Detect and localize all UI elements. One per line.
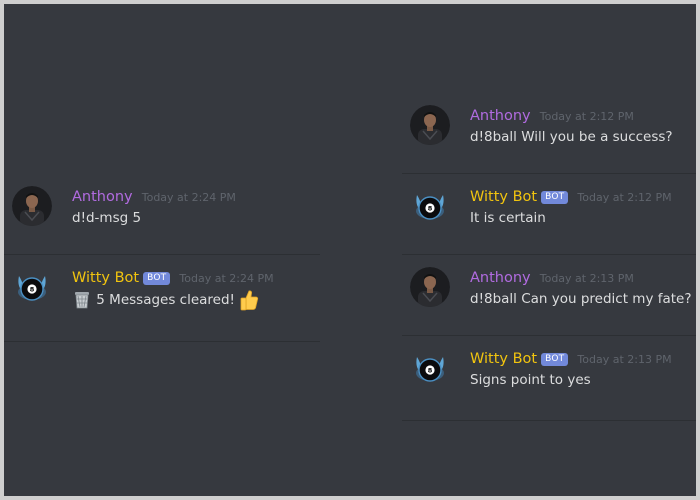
message-item: Witty Bot BOT Today at 2:12 PM It is cert… <box>402 174 696 255</box>
avatar[interactable] <box>410 105 450 145</box>
username[interactable]: Witty Bot <box>470 189 537 205</box>
timestamp: Today at 2:24 PM <box>179 272 274 285</box>
user-avatar-icon <box>12 186 52 226</box>
magic-8-ball-icon <box>410 186 450 226</box>
message-content: d!8ball Can you predict my fate? <box>470 291 692 307</box>
user-avatar-icon <box>410 267 450 307</box>
username[interactable]: Witty Bot <box>470 351 537 367</box>
timestamp: Today at 2:12 PM <box>539 110 634 123</box>
chat-screenshot-frame: Anthony Today at 2:24 PM d!d-msg 5 Witty… <box>4 4 696 496</box>
message-item: Witty Bot BOT Today at 2:13 PM Signs poin… <box>402 336 696 421</box>
message-content: It is certain <box>470 210 546 226</box>
message-content: d!d-msg 5 <box>72 210 142 226</box>
message-header: Witty Bot BOT Today at 2:13 PM <box>470 348 672 370</box>
magic-8-ball-icon <box>410 348 450 388</box>
left-message-list: Anthony Today at 2:24 PM d!d-msg 5 Witty… <box>4 174 320 342</box>
avatar[interactable] <box>410 348 450 388</box>
right-message-list: Anthony Today at 2:12 PM d!8ball Will yo… <box>402 93 696 421</box>
timestamp: Today at 2:13 PM <box>539 272 634 285</box>
message-content: d!8ball Will you be a success? <box>470 129 673 145</box>
message-item: Anthony Today at 2:13 PM d!8ball Can you… <box>402 255 696 336</box>
message-item: Anthony Today at 2:12 PM d!8ball Will yo… <box>402 93 696 174</box>
avatar[interactable] <box>410 186 450 226</box>
bot-badge: BOT <box>541 353 569 366</box>
message-header: Anthony Today at 2:12 PM <box>470 105 634 127</box>
user-avatar-icon <box>410 105 450 145</box>
bot-badge: BOT <box>541 191 569 204</box>
message-item: Witty Bot BOT Today at 2:24 PM 5 Messages… <box>4 255 320 342</box>
timestamp: Today at 2:24 PM <box>141 191 236 204</box>
message-content: 5 Messages cleared! <box>72 289 259 311</box>
thumbs-up-icon <box>239 289 259 311</box>
avatar[interactable] <box>12 186 52 226</box>
bot-badge: BOT <box>143 272 171 285</box>
message-header: Anthony Today at 2:24 PM <box>72 186 236 208</box>
timestamp: Today at 2:13 PM <box>577 353 672 366</box>
username[interactable]: Anthony <box>470 270 531 286</box>
magic-8-ball-icon <box>12 267 52 307</box>
message-text: 5 Messages cleared! <box>96 292 235 308</box>
message-header: Anthony Today at 2:13 PM <box>470 267 634 289</box>
message-item: Anthony Today at 2:24 PM d!d-msg 5 <box>4 174 320 255</box>
avatar[interactable] <box>12 267 52 307</box>
username[interactable]: Witty Bot <box>72 270 139 286</box>
message-header: Witty Bot BOT Today at 2:12 PM <box>470 186 672 208</box>
wastebasket-icon <box>72 290 92 310</box>
username[interactable]: Anthony <box>470 108 531 124</box>
message-header: Witty Bot BOT Today at 2:24 PM <box>72 267 274 289</box>
username[interactable]: Anthony <box>72 189 133 205</box>
avatar[interactable] <box>410 267 450 307</box>
timestamp: Today at 2:12 PM <box>577 191 672 204</box>
message-content: Signs point to yes <box>470 372 591 388</box>
